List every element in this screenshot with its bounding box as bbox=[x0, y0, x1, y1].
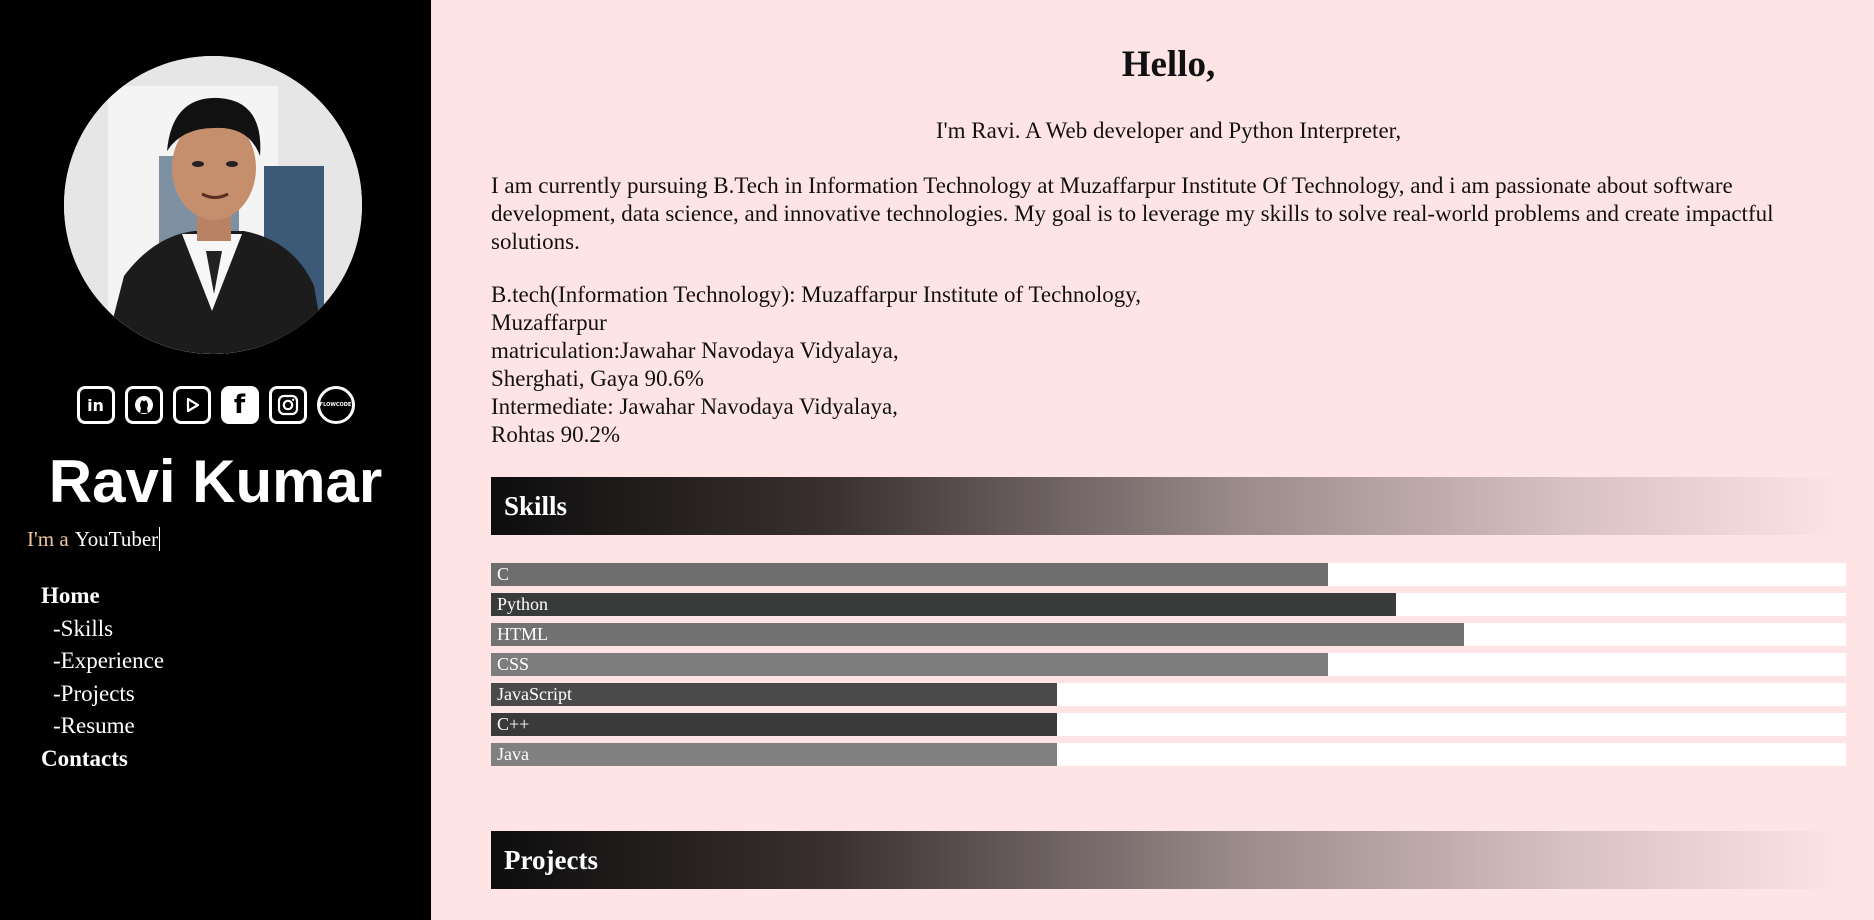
projects-section-header: Projects bbox=[491, 831, 1846, 889]
skill-bar-fill: CSS bbox=[491, 653, 1329, 676]
sidebar-nav: Home -Skills -Experience -Projects -Resu… bbox=[41, 580, 164, 775]
profile-name: Ravi Kumar bbox=[48, 448, 383, 515]
education-line: Sherghati, Gaya 90.6% bbox=[491, 366, 704, 391]
education-line: B.tech(Information Technology): Muzaffar… bbox=[491, 282, 1141, 307]
skills-section-header: Skills bbox=[491, 477, 1846, 535]
skill-bar-fill: HTML bbox=[491, 623, 1464, 646]
skill-bar-fill: C++ bbox=[491, 713, 1058, 736]
skill-bar: Python bbox=[491, 593, 1846, 616]
skill-bar: C++ bbox=[491, 713, 1846, 736]
intro-text: I'm Ravi. A Web developer and Python Int… bbox=[935, 118, 1402, 143]
github-icon[interactable] bbox=[124, 386, 163, 424]
youtube-icon[interactable] bbox=[172, 386, 211, 424]
github-icon-shape bbox=[134, 396, 153, 414]
typing-prefix: I'm a bbox=[27, 527, 69, 551]
facebook-glyph: f bbox=[233, 390, 246, 420]
social-links: in f FLOWCODE bbox=[0, 386, 431, 424]
typing-tagline: I'm a YouTuber bbox=[27, 527, 161, 552]
education-line: Rohtas 90.2% bbox=[491, 422, 621, 447]
skill-bar-fill: C bbox=[491, 563, 1329, 586]
instagram-icon[interactable] bbox=[268, 386, 307, 424]
nav-contacts[interactable]: Contacts bbox=[41, 743, 164, 776]
skill-bar: CSS bbox=[491, 653, 1846, 676]
instagram-icon-shape bbox=[277, 394, 298, 416]
profile-photo-image bbox=[64, 56, 362, 354]
linkedin-icon[interactable]: in bbox=[76, 386, 115, 424]
skill-bar: Java bbox=[491, 743, 1846, 766]
education-line: matriculation:Jawahar Navodaya Vidyalaya… bbox=[491, 338, 899, 363]
nav-experience[interactable]: -Experience bbox=[41, 645, 164, 678]
skills-list: C Python HTML CSS JavaScript C++ Java bbox=[491, 563, 1846, 773]
nav-skills[interactable]: -Skills bbox=[41, 613, 164, 646]
nav-home[interactable]: Home bbox=[41, 580, 164, 613]
skill-bar-fill: JavaScript bbox=[491, 683, 1058, 706]
skill-bar-fill: Java bbox=[491, 743, 1058, 766]
sidebar: in f FLOWCODE Ravi Kumar I'm a YouTuber H… bbox=[0, 0, 431, 920]
skill-bar: HTML bbox=[491, 623, 1846, 646]
about-text: I am currently pursuing B.Tech in Inform… bbox=[491, 173, 1774, 254]
facebook-icon[interactable]: f bbox=[220, 386, 259, 424]
flowcode-glyph: FLOWCODE bbox=[319, 402, 352, 408]
skill-bar-fill: Python bbox=[491, 593, 1397, 616]
profile-photo bbox=[64, 56, 362, 354]
education-line: Intermediate: Jawahar Navodaya Vidyalaya… bbox=[491, 394, 898, 419]
skill-bar: JavaScript bbox=[491, 683, 1846, 706]
typing-word: YouTuber bbox=[74, 527, 161, 551]
education-block: B.tech(Information Technology): Muzaffar… bbox=[491, 281, 1846, 449]
nav-projects[interactable]: -Projects bbox=[41, 678, 164, 711]
nav-resume[interactable]: -Resume bbox=[41, 710, 164, 743]
education-line: Muzaffarpur bbox=[491, 310, 607, 335]
hello-heading: Hello, bbox=[1121, 44, 1216, 85]
skill-bar: C bbox=[491, 563, 1846, 586]
linkedin-glyph: in bbox=[87, 395, 104, 415]
youtube-icon-shape bbox=[186, 397, 199, 413]
flowcode-icon[interactable]: FLOWCODE bbox=[316, 386, 355, 424]
